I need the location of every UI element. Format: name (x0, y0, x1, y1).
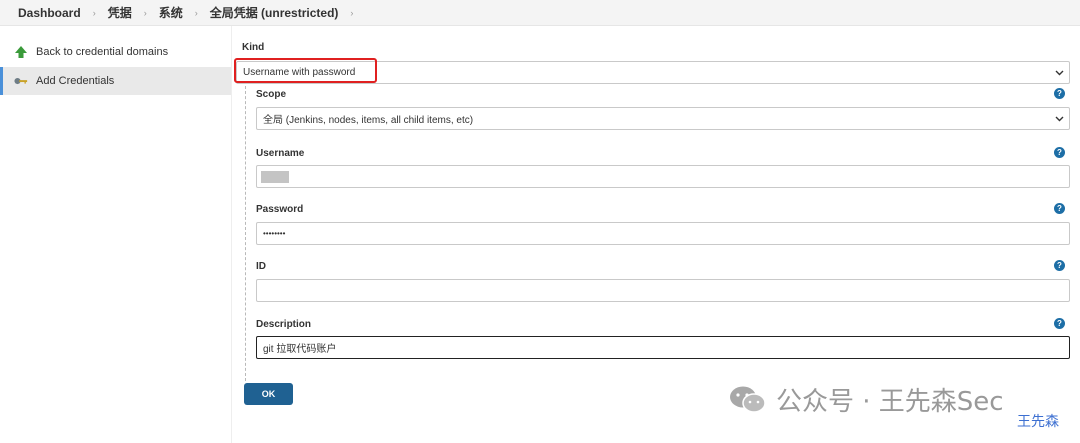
help-icon[interactable]: ? (1054, 88, 1065, 99)
description-label: Description (256, 319, 312, 330)
chevron-down-icon (1055, 70, 1064, 76)
breadcrumb-chevron-icon: › (143, 7, 147, 18)
chevron-down-icon (1055, 116, 1064, 122)
help-icon[interactable]: ? (1054, 260, 1065, 271)
username-field[interactable] (256, 165, 1070, 188)
wechat-logo-icon (730, 386, 766, 413)
sidebar-item-add-credentials[interactable]: Add Credentials (0, 67, 231, 95)
username-label: Username (256, 148, 305, 159)
breadcrumb-item-credentials[interactable]: 凭据 (108, 4, 132, 21)
help-icon[interactable]: ? (1054, 147, 1065, 158)
breadcrumb-chevron-icon[interactable]: › (350, 8, 353, 18)
sidebar-item-label: Add Credentials (36, 75, 115, 87)
key-icon (14, 74, 28, 88)
sidebar: Back to credential domains Add Credentia… (0, 26, 232, 443)
password-field[interactable]: •••••••• (256, 222, 1070, 245)
password-label: Password (256, 204, 304, 215)
kind-highlight-annotation (234, 58, 377, 83)
breadcrumb-item-dashboard[interactable]: Dashboard (18, 6, 81, 20)
watermark-small-text: 王先森 (1017, 414, 1059, 430)
watermark-text: 公众号 · 王先森Sec (776, 387, 1004, 417)
password-value: •••••••• (263, 229, 286, 238)
ok-button[interactable]: OK (244, 383, 293, 405)
credential-form: Kind Username with password Scope ? 全局 (… (232, 26, 1080, 443)
help-icon[interactable]: ? (1054, 318, 1065, 329)
wechat-watermark: 公众号 · 王先森Sec (728, 381, 1004, 418)
scope-label: Scope (256, 89, 287, 100)
breadcrumb-item-global-credentials[interactable]: 全局凭据 (unrestricted) (210, 4, 339, 21)
kind-label: Kind (242, 42, 265, 53)
description-value: git 拉取代码账户 (263, 344, 337, 355)
scope-value: 全局 (Jenkins, nodes, items, all child ite… (263, 115, 474, 126)
id-label: ID (256, 261, 266, 272)
form-section-divider (245, 86, 246, 381)
breadcrumb: Dashboard › 凭据 › 系统 › 全局凭据 (unrestricted… (0, 0, 1080, 26)
breadcrumb-chevron-icon: › (194, 7, 198, 18)
sidebar-item-back-to-domains[interactable]: Back to credential domains (0, 37, 231, 67)
breadcrumb-item-system[interactable]: 系统 (159, 4, 183, 21)
arrow-up-icon (14, 45, 28, 59)
breadcrumb-chevron-icon: › (92, 7, 96, 18)
description-field[interactable]: git 拉取代码账户 (256, 336, 1070, 359)
scope-select[interactable]: 全局 (Jenkins, nodes, items, all child ite… (256, 107, 1070, 130)
id-field[interactable] (256, 279, 1070, 302)
help-icon[interactable]: ? (1054, 203, 1065, 214)
redacted-username (261, 170, 289, 183)
sidebar-item-label: Back to credential domains (36, 46, 169, 58)
